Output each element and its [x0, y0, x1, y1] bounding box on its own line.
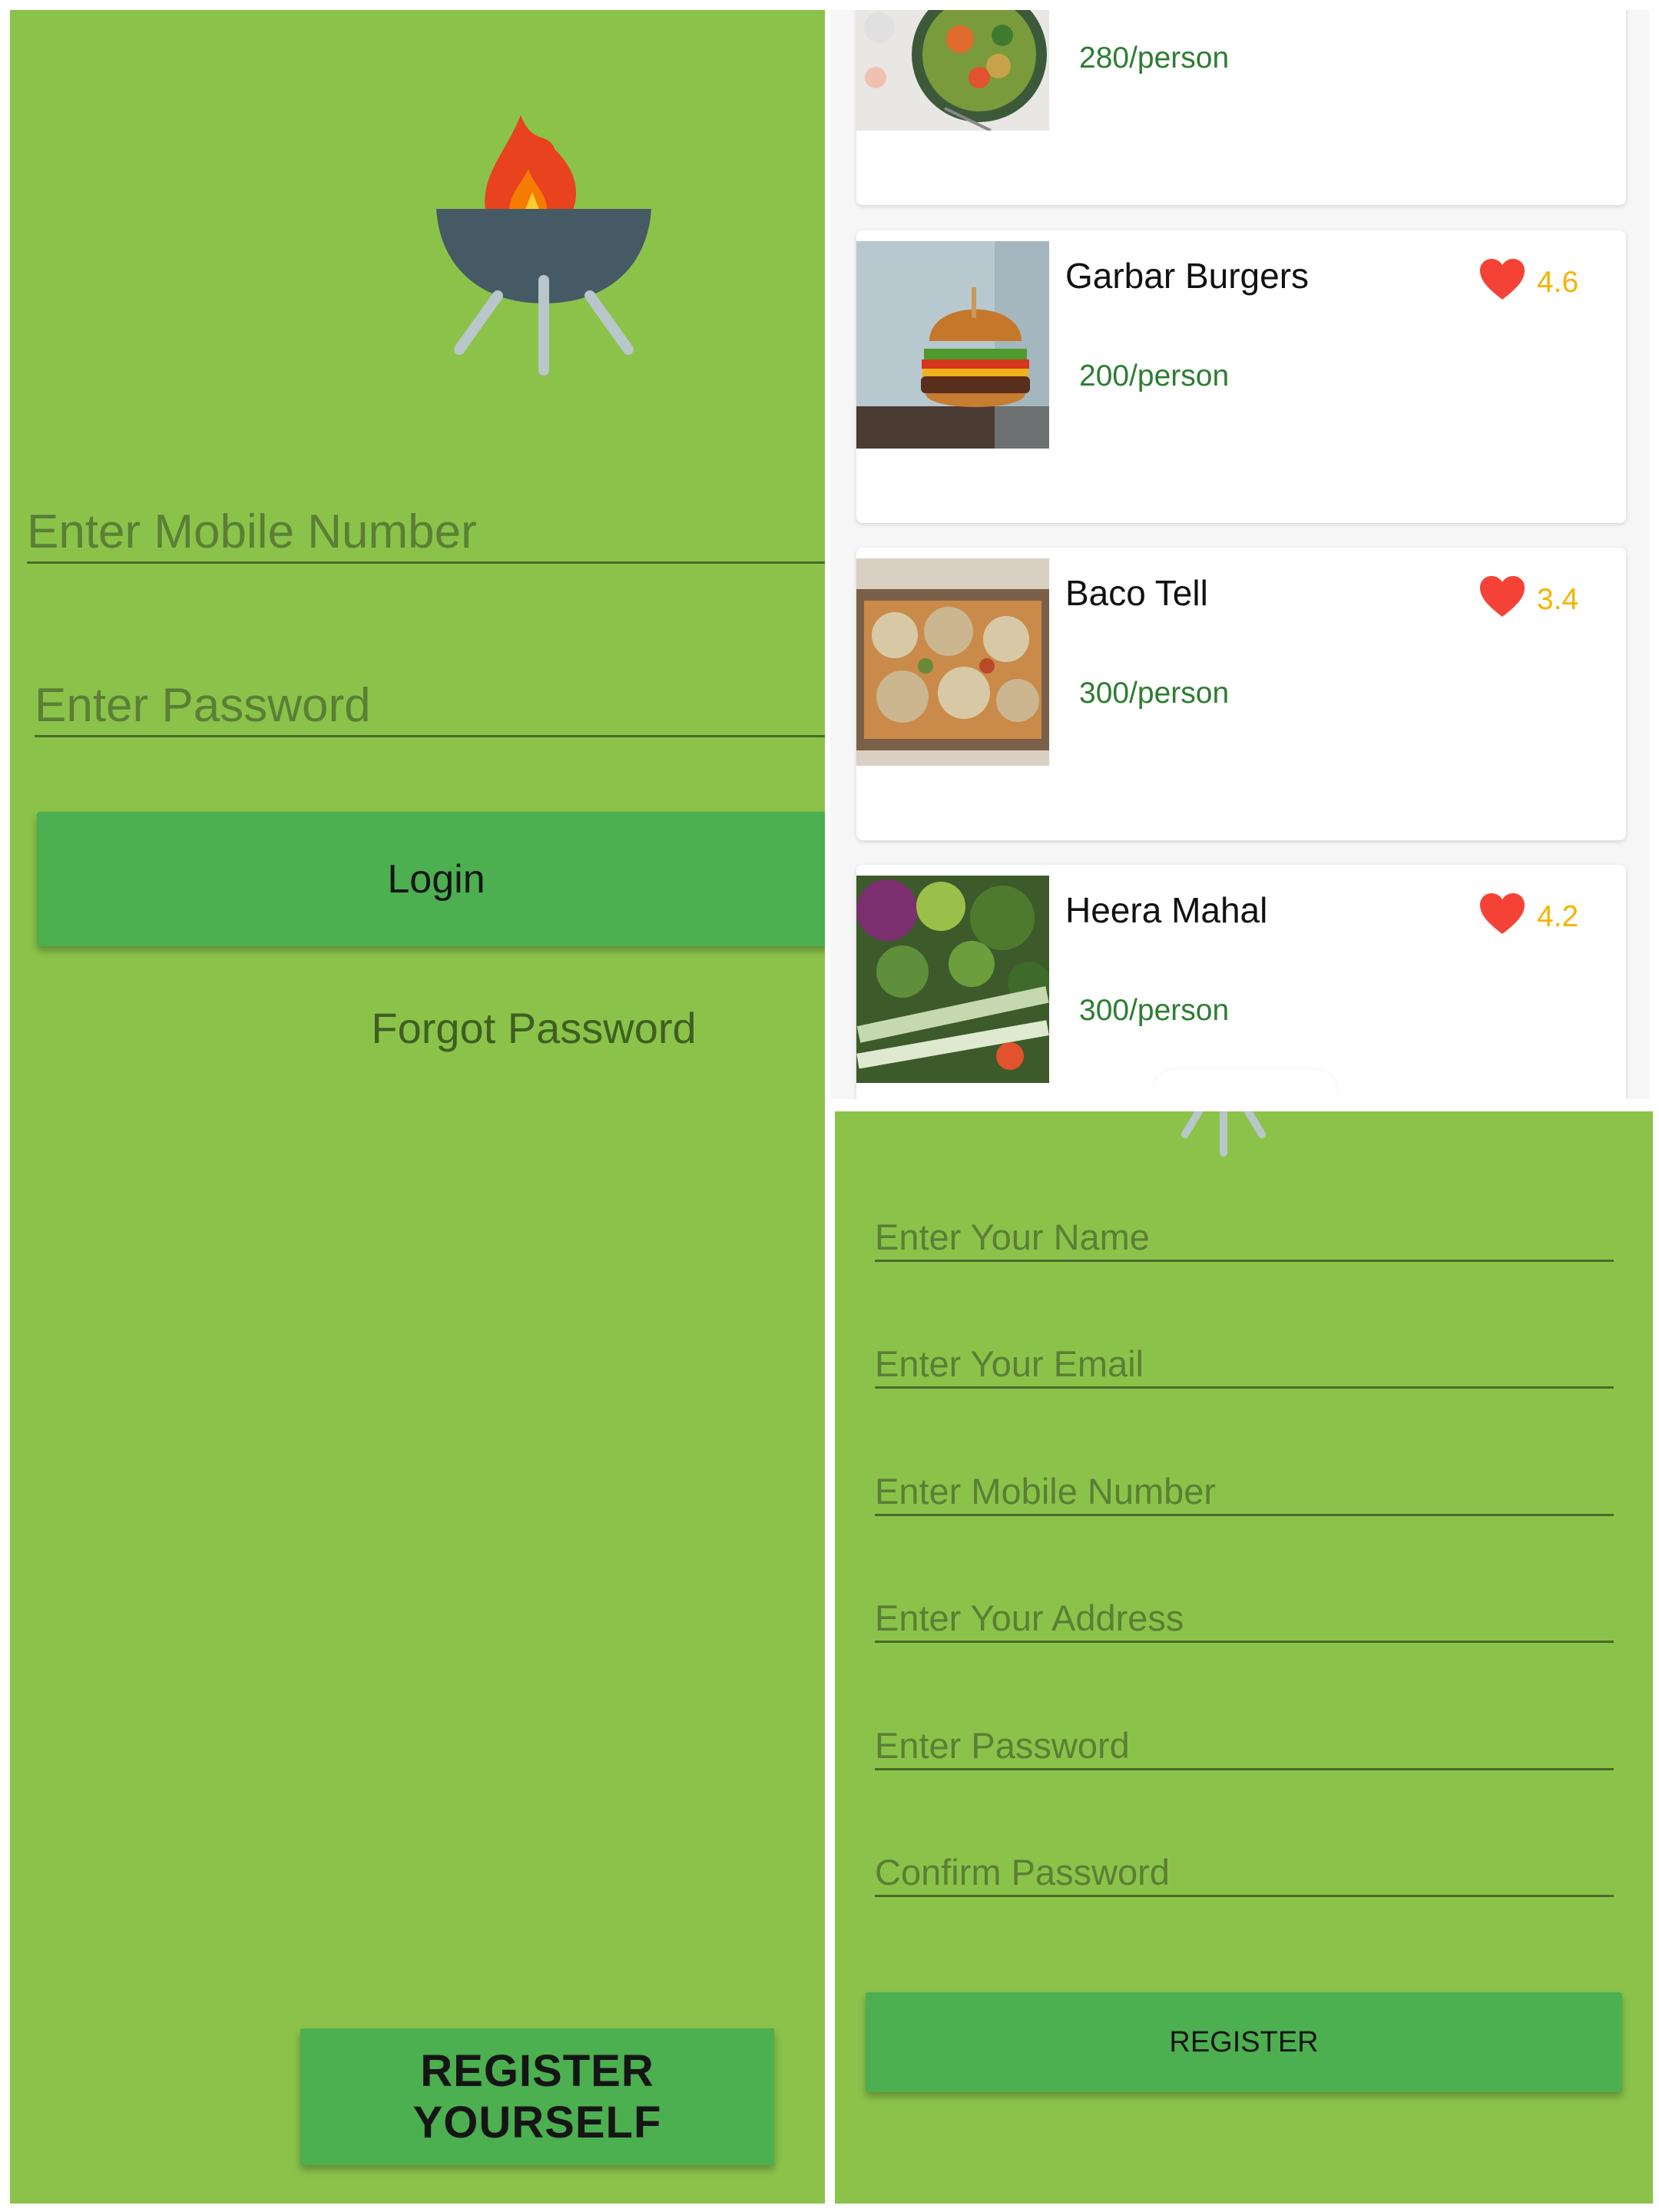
email-input[interactable] — [875, 1340, 1614, 1386]
register-button[interactable]: REGISTER — [866, 1992, 1622, 2092]
login-screen: Login Forgot Password REGISTER YOURSELF — [10, 10, 825, 2204]
restaurant-rating: 3.4 — [1537, 583, 1579, 616]
heart-icon[interactable] — [1479, 575, 1526, 618]
restaurant-card[interactable]: Heera Mahal 4.2 300/person — [856, 865, 1626, 1099]
restaurant-price: 200/person — [1079, 359, 1230, 392]
vegetables-photo — [856, 876, 1049, 1083]
restaurant-rating: 4.2 — [1537, 900, 1579, 933]
mobile-number-field[interactable] — [27, 502, 825, 564]
register-yourself-button[interactable]: REGISTER YOURSELF — [300, 2028, 774, 2165]
salad-bowl-photo — [856, 10, 1049, 131]
restaurant-price: 280/person — [1079, 41, 1230, 75]
register-screen: REGISTER — [835, 1111, 1653, 2204]
name-field[interactable] — [875, 1214, 1614, 1262]
restaurant-card[interactable]: Garbar Burgers 4.6 200/person — [856, 230, 1626, 523]
grill-icon — [1181, 1111, 1266, 1157]
name-input[interactable] — [875, 1214, 1614, 1260]
mobile-number-field[interactable] — [875, 1468, 1614, 1516]
confirm-password-input[interactable] — [875, 1849, 1614, 1895]
nachos-photo — [856, 558, 1049, 766]
forgot-password-link[interactable]: Forgot Password — [10, 1003, 825, 1053]
grill-icon — [436, 115, 651, 376]
email-field[interactable] — [875, 1340, 1614, 1389]
password-field[interactable] — [35, 675, 825, 737]
restaurant-card[interactable]: Baco Tell 3.4 300/person — [856, 548, 1626, 840]
restaurant-price: 300/person — [1079, 677, 1230, 710]
restaurant-price: 300/person — [1079, 994, 1230, 1027]
password-field[interactable] — [875, 1722, 1614, 1770]
restaurant-name: Garbar Burgers — [1065, 256, 1310, 296]
password-input[interactable] — [35, 675, 825, 735]
loading-indicator — [1153, 1070, 1337, 1099]
address-field[interactable] — [875, 1594, 1614, 1643]
mobile-number-input[interactable] — [27, 502, 825, 561]
restaurant-rating: 4.6 — [1537, 266, 1579, 299]
password-input[interactable] — [875, 1722, 1614, 1768]
restaurant-card[interactable]: 280/person — [856, 10, 1626, 205]
restaurant-name: Heera Mahal — [1065, 890, 1268, 930]
restaurant-list-screen: 280/person Garbar Burgers 4.6 200/person — [830, 10, 1649, 1099]
confirm-password-field[interactable] — [875, 1849, 1614, 1897]
restaurant-name: Baco Tell — [1065, 573, 1208, 613]
heart-icon[interactable] — [1479, 258, 1526, 301]
login-button[interactable]: Login — [37, 812, 825, 946]
mobile-number-input[interactable] — [875, 1468, 1614, 1514]
burger-photo — [856, 241, 1049, 449]
address-input[interactable] — [875, 1594, 1614, 1641]
heart-icon[interactable] — [1479, 892, 1526, 935]
